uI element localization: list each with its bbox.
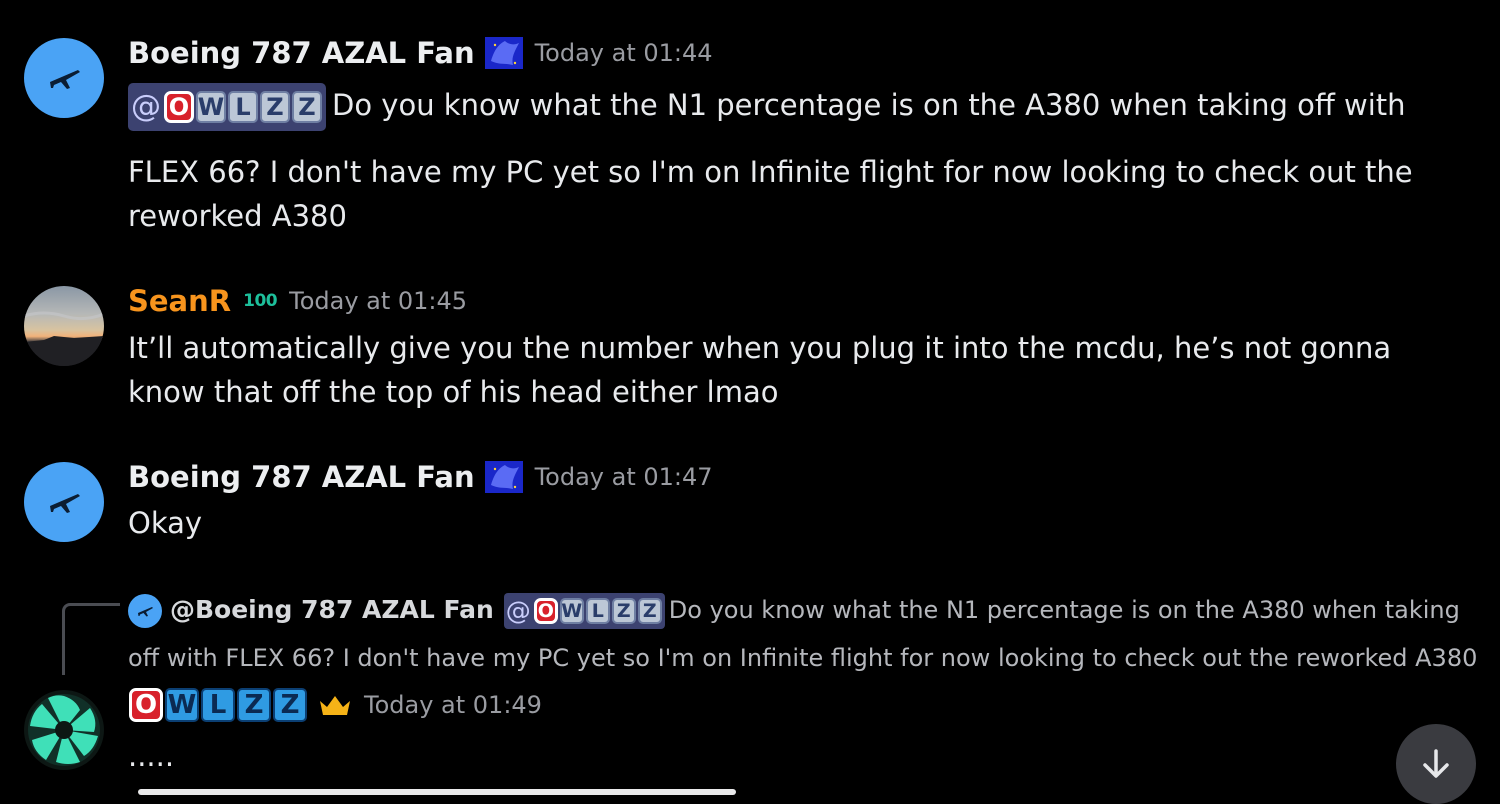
- letter-l-emoji: L: [585, 598, 610, 624]
- letter-z-emoji: Z: [637, 598, 662, 624]
- letter-o-emoji: O: [533, 598, 558, 624]
- reply-username[interactable]: @Boeing 787 AZAL Fan: [170, 595, 494, 624]
- letter-l-emoji: L: [228, 91, 258, 123]
- avatar[interactable]: [24, 286, 104, 366]
- timestamp: Today at 01:47: [534, 463, 713, 491]
- timestamp: Today at 01:45: [289, 287, 468, 315]
- message-content: @ O W L Z Z Do you know what the N1 perc…: [128, 83, 1460, 131]
- letter-z-emoji: Z: [611, 598, 636, 624]
- letter-w-emoji: W: [559, 598, 584, 624]
- avatar[interactable]: [24, 690, 104, 770]
- letter-o-emoji: O: [164, 91, 194, 123]
- airplane-icon: [50, 70, 80, 89]
- message-header: O W L Z Z Today at 01:49: [128, 688, 542, 722]
- jump-to-bottom-button[interactable]: [1396, 724, 1476, 804]
- message-text: Do you know what the N1 percentage is on…: [332, 88, 1406, 122]
- blue-flag-icon: [484, 461, 523, 493]
- mention-at: @: [505, 596, 531, 625]
- message-text-continued: FLEX 66? I don't have my PC yet so I'm o…: [128, 155, 1413, 233]
- message-header: SeanR 100 Today at 01:45: [128, 284, 467, 318]
- username[interactable]: SeanR: [128, 284, 231, 318]
- avatar[interactable]: [24, 462, 104, 542]
- timestamp: Today at 01:49: [364, 691, 542, 719]
- sunset-photo-icon: [24, 311, 104, 366]
- letter-o-emoji: O: [129, 688, 163, 722]
- arrow-down-icon: [1423, 749, 1449, 778]
- reply-preview[interactable]: @Boeing 787 AZAL Fan @ O W L Z Z Do you …: [128, 586, 1478, 682]
- username[interactable]: Boeing 787 AZAL Fan: [128, 460, 475, 494]
- mention-at: @: [131, 89, 161, 124]
- username[interactable]: Boeing 787 AZAL Fan: [128, 36, 475, 70]
- message-header: Boeing 787 AZAL Fan Today at 01:47: [128, 460, 713, 494]
- airplane-icon: [138, 607, 153, 617]
- crown-icon: [320, 696, 350, 715]
- message-header: Boeing 787 AZAL Fan Today at 01:44: [128, 36, 713, 70]
- user-mention[interactable]: @ O W L Z Z: [503, 593, 665, 629]
- timestamp: Today at 01:44: [534, 39, 713, 67]
- letter-z-emoji: Z: [292, 91, 322, 123]
- home-indicator: [138, 789, 736, 795]
- hundred-points-badge: 100: [243, 291, 278, 311]
- avatar[interactable]: [24, 38, 104, 118]
- user-mention[interactable]: @ O W L Z Z: [128, 83, 326, 131]
- blue-flag-icon: [484, 37, 523, 69]
- letter-z-emoji: Z: [260, 91, 290, 123]
- letter-w-emoji: W: [165, 688, 199, 722]
- reply-avatar: [128, 594, 162, 628]
- username[interactable]: O W L Z Z: [128, 688, 308, 722]
- message-text: It’ll automatically give you the number …: [128, 331, 1392, 409]
- letter-l-emoji: L: [201, 688, 235, 722]
- letter-z-emoji: Z: [273, 688, 307, 722]
- letter-z-emoji: Z: [237, 688, 271, 722]
- airplane-icon: [50, 494, 80, 513]
- turbofan-icon: [28, 694, 100, 766]
- letter-w-emoji: W: [196, 91, 226, 123]
- reply-connector: [62, 603, 120, 675]
- message-text: .....: [128, 739, 175, 773]
- message-text: Okay: [128, 506, 203, 540]
